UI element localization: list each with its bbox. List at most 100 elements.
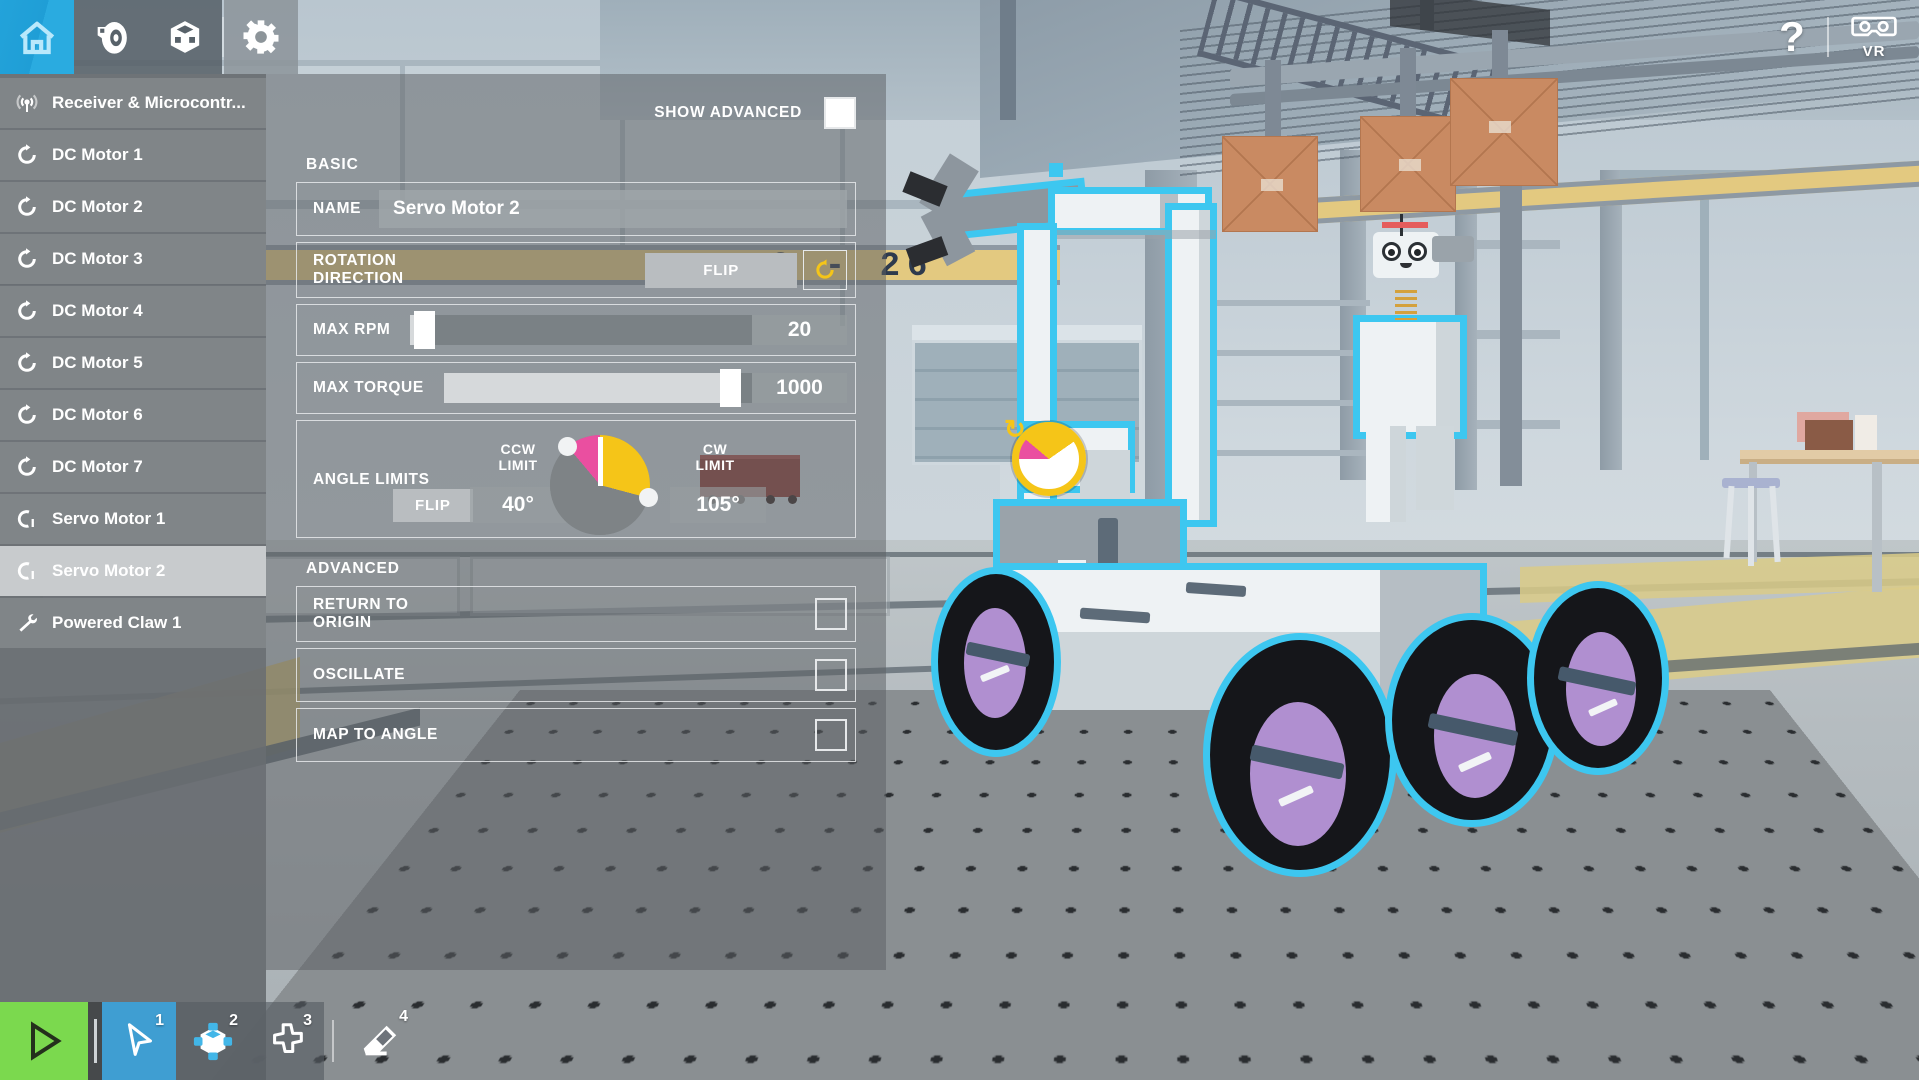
ccw-limit-caption: CCW LIMIT [483, 441, 553, 473]
toolbar-divider [88, 1002, 102, 1080]
home-button[interactable] [0, 0, 74, 74]
figure-eye-right [1408, 242, 1427, 261]
figure-head-module [1432, 236, 1474, 262]
component-list-sidebar[interactable]: Receiver & Microcontr... DC Motor 1 DC M… [0, 74, 266, 1080]
rto-line2: ORIGIN [313, 614, 372, 631]
sidebar-item-dc-motor-6[interactable]: DC Motor 6 [0, 390, 266, 440]
help-button[interactable]: ? [1757, 13, 1827, 61]
max-torque-fill [444, 373, 731, 403]
ccw-caption-line2: LIMIT [498, 457, 537, 473]
sidebar-item-dc-motor-4[interactable]: DC Motor 4 [0, 286, 266, 336]
cup [1855, 415, 1877, 453]
max-torque-row: MAX TORQUE 1000 [296, 362, 856, 414]
max-rpm-knob[interactable] [414, 311, 435, 349]
angle-flip-button[interactable]: FLIP [393, 489, 473, 522]
ceiling-beam [1000, 0, 1016, 120]
figure-torso-shade [1436, 322, 1460, 432]
home-icon [17, 17, 57, 57]
max-torque-slider[interactable]: 1000 [444, 373, 847, 403]
top-toolbar [0, 0, 560, 74]
crate-hanger [1400, 48, 1416, 118]
cw-caption-line1: CW [703, 441, 727, 457]
block-button[interactable] [148, 0, 222, 74]
figure-neck-spring [1395, 290, 1417, 320]
cursor-icon [118, 1020, 160, 1062]
sidebar-item-servo-motor-2[interactable]: Servo Motor 2 [0, 546, 266, 596]
figure-leg [1416, 426, 1454, 510]
return-to-origin-row: RETURN TO ORIGIN [296, 586, 856, 642]
robot-model[interactable]: ↻ [1060, 170, 1720, 970]
antenna-icon [10, 88, 44, 118]
stool-leg [1748, 486, 1754, 566]
sidebar-item-servo-motor-1[interactable]: Servo Motor 1 [0, 494, 266, 544]
arm-mast-shade [1199, 210, 1210, 520]
map-to-angle-checkbox[interactable] [815, 719, 847, 751]
rotation-flip-button[interactable]: FLIP [645, 253, 797, 288]
ccw-rotation-icon [812, 257, 838, 283]
rotation-icon [10, 244, 44, 274]
figure-eye-left [1382, 242, 1401, 261]
wheel-icon [91, 17, 131, 57]
lunch-box [1805, 420, 1853, 452]
move-tool[interactable]: 2 [176, 1002, 250, 1080]
name-label: NAME [313, 200, 361, 218]
servo-icon [10, 556, 44, 586]
plus-icon [266, 1020, 308, 1062]
sidebar-item-dc-motor-5[interactable]: DC Motor 5 [0, 338, 266, 388]
wheel-button[interactable] [74, 0, 148, 74]
cube-gizmo-icon [192, 1020, 234, 1062]
sidebar-item-dc-motor-2[interactable]: DC Motor 2 [0, 182, 266, 232]
sidebar-item-dc-motor-1[interactable]: DC Motor 1 [0, 130, 266, 180]
rotation-direction-label: ROTATION DIRECTION [313, 252, 404, 288]
bottom-toolbar: 1 2 3 4 [0, 1002, 560, 1080]
erase-tool[interactable]: 4 [342, 1002, 416, 1080]
max-torque-knob[interactable] [720, 369, 741, 407]
name-row: NAME Servo Motor 2 [296, 182, 856, 236]
max-torque-label: MAX TORQUE [313, 379, 424, 397]
servo-rotation-arrow: ↻ [1004, 414, 1026, 445]
map-to-angle-row: MAP TO ANGLE [296, 708, 856, 762]
settings-button[interactable] [224, 0, 298, 74]
sidebar-item-label: DC Motor 6 [52, 405, 143, 425]
max-torque-track[interactable] [444, 373, 752, 403]
dial-origin-marker [598, 437, 603, 486]
max-rpm-label: MAX RPM [313, 321, 390, 339]
max-rpm-slider[interactable]: 20 [410, 315, 847, 345]
advanced-section-heading: ADVANCED [306, 560, 856, 578]
angle-limits-label: ANGLE LIMITS [313, 471, 430, 489]
return-to-origin-label: RETURN TO ORIGIN [313, 596, 409, 632]
name-input[interactable]: Servo Motor 2 [379, 190, 847, 228]
play-button[interactable] [0, 1002, 88, 1080]
cw-limit-input[interactable]: 105° [670, 487, 766, 523]
sidebar-item-label: Servo Motor 2 [52, 561, 165, 581]
sidebar-item-label: DC Motor 4 [52, 301, 143, 321]
rotation-direction-indicator[interactable] [803, 250, 847, 290]
component-settings-panel: SHOW ADVANCED BASIC NAME Servo Motor 2 R… [266, 74, 886, 970]
oscillate-checkbox[interactable] [815, 659, 847, 691]
app-root: C - 26 [0, 0, 1919, 1080]
sidebar-item-receiver[interactable]: Receiver & Microcontr... [0, 78, 266, 128]
cw-limit-handle[interactable] [639, 488, 658, 507]
angle-limits-dial[interactable] [550, 435, 650, 535]
figure-head-band [1382, 222, 1428, 228]
rto-line1: RETURN TO [313, 596, 409, 613]
sidebar-item-dc-motor-3[interactable]: DC Motor 3 [0, 234, 266, 284]
rotation-label-line2: DIRECTION [313, 270, 404, 287]
add-tool[interactable]: 3 [250, 1002, 324, 1080]
sidebar-item-powered-claw-1[interactable]: Powered Claw 1 [0, 598, 266, 648]
sidebar-item-label: Powered Claw 1 [52, 613, 181, 633]
max-torque-value[interactable]: 1000 [752, 373, 847, 403]
sidebar-item-label: Servo Motor 1 [52, 509, 165, 529]
show-advanced-label: SHOW ADVANCED [654, 104, 802, 122]
sidebar-item-dc-motor-7[interactable]: DC Motor 7 [0, 442, 266, 492]
max-rpm-track[interactable] [410, 315, 752, 345]
max-rpm-value[interactable]: 20 [752, 315, 847, 345]
vr-button[interactable]: VR [1829, 15, 1919, 60]
return-to-origin-checkbox[interactable] [815, 598, 847, 630]
move-tool-number: 2 [229, 1012, 238, 1030]
arm-seam [1056, 230, 1216, 239]
select-tool[interactable]: 1 [102, 1002, 176, 1080]
servo-mount-box[interactable] [1000, 506, 1180, 568]
show-advanced-checkbox[interactable] [824, 97, 856, 129]
top-right-controls: ? VR [1757, 0, 1919, 74]
